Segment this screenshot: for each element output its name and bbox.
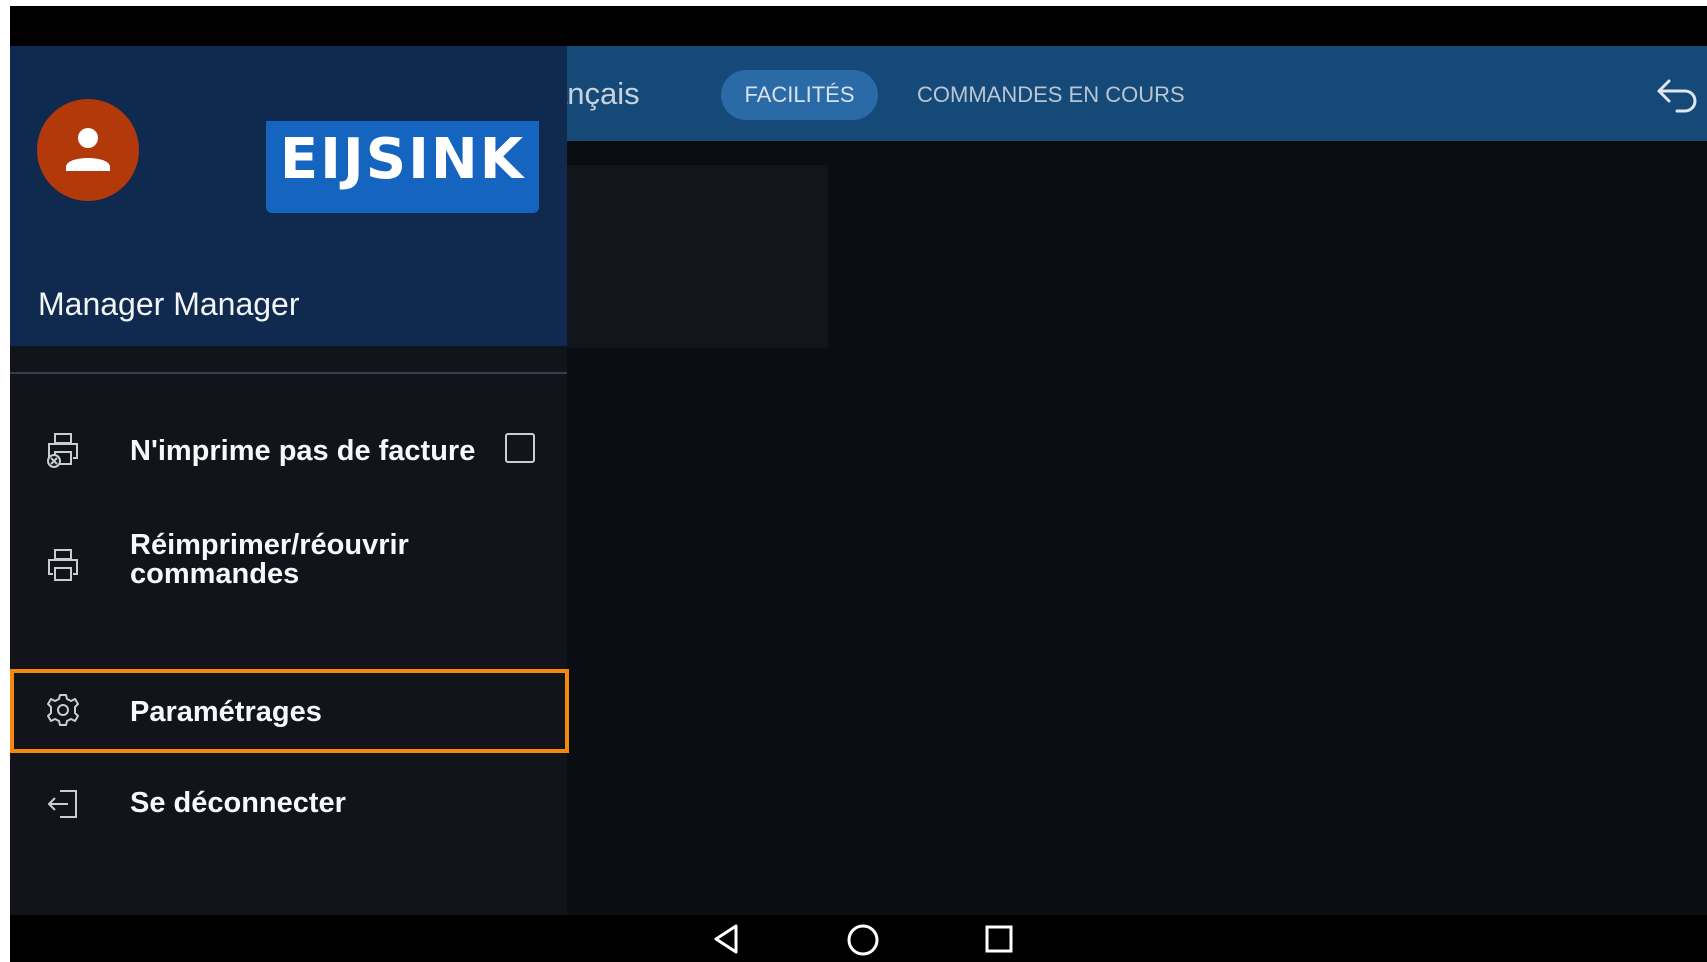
back-triangle-icon[interactable] (710, 923, 742, 955)
menu-label: N'imprime pas de facture (130, 435, 476, 467)
tab-facilites[interactable]: FACILITÉS (721, 70, 878, 120)
drawer-header: EIJSINK Manager Manager (10, 46, 567, 346)
avatar[interactable] (37, 99, 139, 201)
menu-label: Réimprimer/réouvrir commandes (130, 529, 409, 590)
menu-item-reprint-orders[interactable]: Réimprimer/réouvrir commandes (10, 526, 567, 606)
navigation-drawer: EIJSINK Manager Manager N'imprime pas de… (10, 46, 569, 915)
printer-icon (48, 549, 78, 581)
gear-icon (47, 694, 79, 726)
undo-arrow-icon[interactable] (1655, 73, 1699, 113)
home-circle-icon[interactable] (846, 923, 880, 957)
person-icon (66, 128, 110, 171)
divider (10, 372, 567, 374)
app-screen: ançais FACILITÉS COMMANDES EN COURS EIJS… (10, 46, 1707, 915)
facility-card[interactable] (565, 165, 828, 348)
menu-item-logout[interactable]: Se déconnecter (10, 771, 567, 841)
menu-label: Paramétrages (130, 696, 322, 728)
printer-cancel-icon (47, 433, 78, 468)
logout-icon (48, 790, 77, 818)
menu-item-settings[interactable]: Paramétrages (10, 669, 569, 753)
menu-label: Se déconnecter (130, 787, 346, 819)
brand-logo: EIJSINK (266, 121, 539, 213)
system-navigation-bar (10, 915, 1707, 962)
menu-item-no-invoice[interactable]: N'imprime pas de facture (10, 416, 567, 486)
no-invoice-checkbox[interactable] (505, 433, 535, 463)
user-name: Manager Manager (38, 286, 300, 322)
recents-square-icon[interactable] (983, 923, 1015, 955)
tab-commandes-en-cours[interactable]: COMMANDES EN COURS (917, 70, 1185, 120)
device-frame: ançais FACILITÉS COMMANDES EN COURS EIJS… (10, 6, 1707, 962)
logo-text: EIJSINK (279, 127, 526, 192)
